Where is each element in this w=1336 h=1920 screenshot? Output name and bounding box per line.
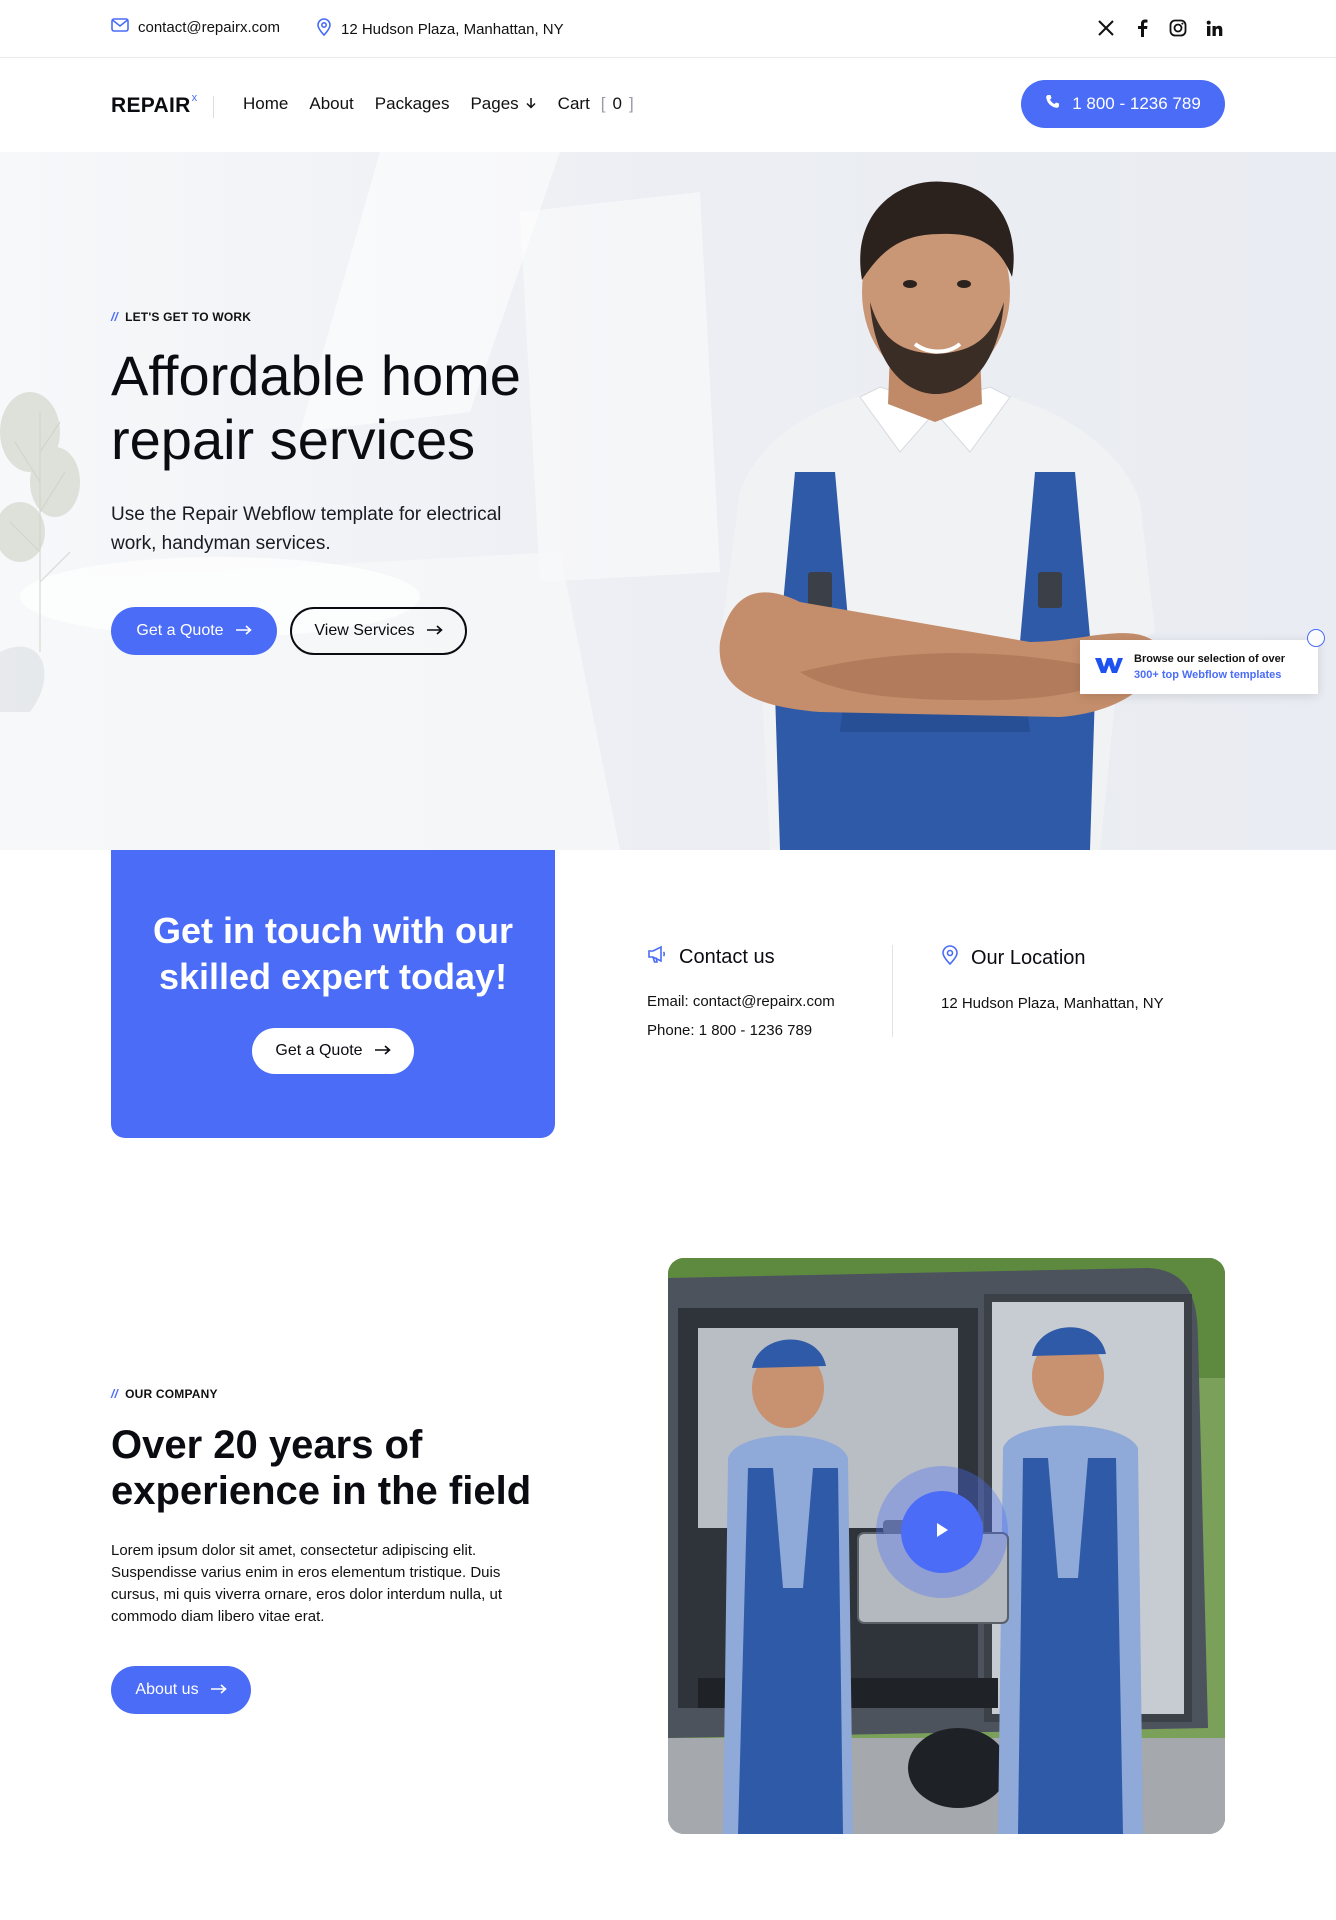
map-pin-icon — [941, 945, 959, 971]
arrow-right-icon — [235, 622, 252, 640]
contact-us-title: Contact us — [679, 945, 775, 968]
logo-mark: x — [191, 92, 198, 104]
contact-us-heading: Contact us — [647, 945, 835, 969]
phone-icon — [1045, 94, 1060, 114]
badge-text: Browse our selection of over 300+ top We… — [1134, 653, 1285, 681]
handyman-photo — [719, 181, 1159, 850]
hero-title: Affordable home repair services — [111, 344, 521, 471]
nav-cart[interactable]: Cart [ 0 ] — [558, 94, 635, 114]
webflow-templates-badge[interactable]: Browse our selection of over 300+ top We… — [1080, 640, 1318, 694]
arrow-right-icon — [374, 1042, 391, 1060]
get-quote-label: Get a Quote — [136, 622, 224, 639]
location-address: 12 Hudson Plaza, Manhattan, NY — [941, 995, 1164, 1012]
cart-bracket-open: [ — [600, 94, 606, 113]
arrow-right-icon — [426, 622, 443, 640]
topbar-email-text: contact@repairx.com — [138, 18, 280, 36]
nav-pages-label: Pages — [470, 94, 519, 113]
logo-text: REPAIR — [111, 94, 191, 117]
megaphone-icon — [647, 945, 667, 969]
hero-eyebrow: // LET'S GET TO WORK — [111, 310, 251, 324]
eyebrow-slashes: // — [111, 310, 119, 324]
nav-about[interactable]: About — [309, 94, 353, 114]
company-body: Lorem ipsum dolor sit amet, consectetur … — [111, 1542, 502, 1625]
x-icon[interactable] — [1095, 16, 1117, 40]
contact-phone[interactable]: Phone: 1 800 - 1236 789 — [647, 1022, 835, 1039]
main-nav: REPAIRx Home About Packages Pages Cart [… — [0, 58, 1336, 152]
social-links — [1095, 16, 1225, 40]
nav-packages[interactable]: Packages — [375, 94, 450, 114]
phone-button[interactable]: 1 800 - 1236 789 — [1021, 80, 1225, 128]
view-services-button[interactable]: View Services — [290, 607, 467, 655]
view-services-label: View Services — [314, 622, 415, 639]
hero-section: // LET'S GET TO WORK Affordable home rep… — [0, 152, 1336, 850]
instagram-icon[interactable] — [1167, 16, 1189, 40]
company-title: Over 20 years of experience in the field — [111, 1423, 532, 1513]
logo[interactable]: REPAIRx — [111, 92, 198, 118]
play-button[interactable] — [901, 1491, 983, 1573]
contact-us-column: Contact us Email: contact@repairx.com Ph… — [647, 945, 835, 1040]
map-pin-icon — [316, 18, 332, 40]
about-us-label: About us — [135, 1681, 199, 1698]
nav-pages[interactable]: Pages — [470, 94, 536, 114]
location-heading: Our Location — [941, 945, 1164, 971]
mail-icon — [111, 18, 129, 36]
location-title: Our Location — [971, 946, 1086, 969]
badge-line-1: Browse our selection of over — [1134, 653, 1285, 665]
cart-bracket-close: ] — [629, 94, 634, 113]
play-icon — [935, 1522, 949, 1543]
eyebrow-slashes: // — [111, 1387, 119, 1401]
nav-divider — [213, 96, 214, 118]
linkedin-icon[interactable] — [1203, 16, 1225, 40]
contact-divider — [892, 945, 893, 1037]
badge-line-2: 300+ top Webflow templates — [1134, 669, 1282, 681]
location-column: Our Location 12 Hudson Plaza, Manhattan,… — [941, 945, 1164, 1012]
topbar-location: 12 Hudson Plaza, Manhattan, NY — [316, 18, 564, 40]
chevron-down-icon — [525, 94, 537, 114]
cart-label: Cart — [557, 94, 590, 113]
webflow-logo-icon — [1094, 655, 1124, 680]
contact-email[interactable]: Email: contact@repairx.com — [647, 993, 835, 1010]
hero-eyebrow-text: LET'S GET TO WORK — [125, 310, 252, 324]
cart-count: 0 — [612, 94, 622, 113]
phone-number: 1 800 - 1236 789 — [1072, 94, 1201, 113]
nav-links: Home About Packages Pages Cart [ 0 ] — [243, 94, 656, 114]
contact-cta-card: Get in touch with our skilled expert tod… — [111, 850, 555, 1138]
about-us-button[interactable]: About us — [111, 1666, 251, 1714]
company-video[interactable] — [668, 1258, 1225, 1834]
topbar-location-text: 12 Hudson Plaza, Manhattan, NY — [341, 20, 564, 38]
company-eyebrow: // OUR COMPANY — [111, 1387, 218, 1401]
get-quote-button[interactable]: Get a Quote — [111, 607, 277, 655]
badge-toggle-dot[interactable] — [1307, 629, 1325, 647]
facebook-icon[interactable] — [1131, 16, 1153, 40]
nav-home[interactable]: Home — [243, 94, 288, 114]
company-eyebrow-text: OUR COMPANY — [125, 1387, 218, 1401]
top-bar: contact@repairx.com 12 Hudson Plaza, Man… — [0, 0, 1336, 58]
arrow-right-icon — [210, 1681, 227, 1699]
cta-title: Get in touch with our skilled expert tod… — [153, 910, 513, 997]
cta-get-quote-button[interactable]: Get a Quote — [252, 1028, 414, 1074]
cta-get-quote-label: Get a Quote — [275, 1042, 363, 1059]
hero-subtitle: Use the Repair Webflow template for elec… — [111, 504, 502, 554]
topbar-email[interactable]: contact@repairx.com — [111, 18, 280, 36]
